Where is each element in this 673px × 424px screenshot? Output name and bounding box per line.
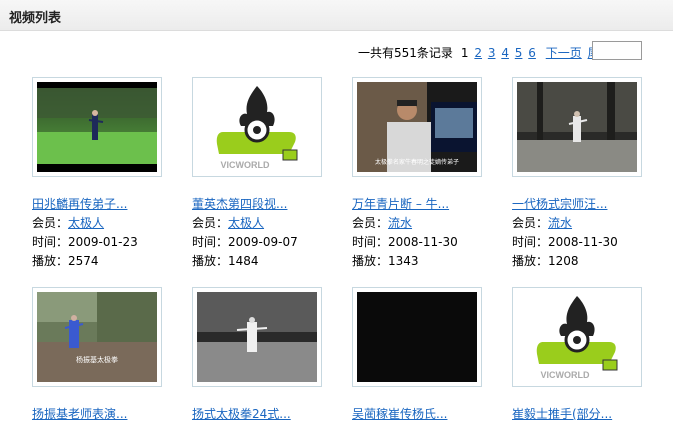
time-label: 时间： <box>352 235 389 249</box>
member-label: 会员： <box>192 216 229 230</box>
video-date: 2009-01-23 <box>68 235 138 249</box>
vicworld-logo: VICWORLD <box>197 82 317 172</box>
play-count: 1208 <box>548 254 579 268</box>
video-title-link[interactable]: 崔毅士推手(部分... <box>512 405 673 424</box>
member-label: 会员： <box>32 216 69 230</box>
video-date: 2009-09-07 <box>228 235 298 249</box>
pagination: 一共有551条记录1 2 3 4 5 6 下一页 尾页 <box>358 44 612 61</box>
video-date: 2008-11-30 <box>388 235 458 249</box>
video-thumbnail[interactable] <box>32 77 162 177</box>
svg-text:VICWORLD: VICWORLD <box>221 160 270 170</box>
time-label: 时间： <box>192 235 229 249</box>
section-title: 视频列表 <box>9 11 62 26</box>
video-thumbnail[interactable] <box>352 287 482 387</box>
video-thumbnail[interactable]: VICWORLD <box>192 77 322 177</box>
video-title-link[interactable]: 万年青片断 – 牛... <box>352 195 522 214</box>
vicworld-logo: VICWORLD <box>517 292 637 382</box>
member-link[interactable]: 流水 <box>548 216 572 230</box>
plays-label: 播放： <box>352 254 389 268</box>
svg-text:杨振基太极拳: 杨振基太极拳 <box>76 355 118 364</box>
video-date: 2008-11-30 <box>548 235 618 249</box>
video-title-link[interactable]: 田兆麟再传弟子... <box>32 195 202 214</box>
play-count: 1343 <box>388 254 419 268</box>
plays-label: 播放： <box>192 254 229 268</box>
page-link-4[interactable]: 4 <box>501 46 509 60</box>
svg-text:VICWORLD: VICWORLD <box>541 370 590 380</box>
plays-label: 播放： <box>32 254 69 268</box>
video-thumbnail[interactable] <box>192 287 322 387</box>
page-link-3[interactable]: 3 <box>488 46 496 60</box>
video-title-link[interactable]: 一代杨式宗师汪... <box>512 195 673 214</box>
next-page-link[interactable]: 下一页 <box>546 44 582 61</box>
video-title-link[interactable]: 吴蔺稼崔传杨氏... <box>352 405 522 424</box>
member-link[interactable]: 流水 <box>388 216 412 230</box>
section-header: 视频列表 <box>0 0 673 31</box>
page-link-6[interactable]: 6 <box>528 46 536 60</box>
member-label: 会员： <box>512 216 549 230</box>
member-link[interactable]: 太极人 <box>68 216 104 230</box>
time-label: 时间： <box>32 235 69 249</box>
svg-text:太极拳名家牛春明之徒嫡传弟子: 太极拳名家牛春明之徒嫡传弟子 <box>375 158 459 166</box>
time-label: 时间： <box>512 235 549 249</box>
video-title-link[interactable]: 扬式太极拳24式... <box>192 405 362 424</box>
video-thumbnail[interactable]: VICWORLD <box>512 287 642 387</box>
video-title-link[interactable]: 董英杰第四段视... <box>192 195 362 214</box>
video-thumbnail[interactable]: 太极拳名家牛春明之徒嫡传弟子 <box>352 77 482 177</box>
page-link-5[interactable]: 5 <box>515 46 523 60</box>
member-link[interactable]: 太极人 <box>228 216 264 230</box>
current-page: 1 <box>460 46 469 60</box>
video-thumbnail[interactable] <box>512 77 642 177</box>
play-count: 1484 <box>228 254 259 268</box>
plays-label: 播放： <box>512 254 549 268</box>
page-link-2[interactable]: 2 <box>474 46 482 60</box>
record-count: 一共有551条记录 <box>358 46 453 60</box>
video-title-link[interactable]: 扬振基老师表演... <box>32 405 202 424</box>
video-thumbnail[interactable]: 杨振基太极拳 <box>32 287 162 387</box>
member-label: 会员： <box>352 216 389 230</box>
page-jump-input[interactable] <box>592 41 642 60</box>
play-count: 2574 <box>68 254 99 268</box>
